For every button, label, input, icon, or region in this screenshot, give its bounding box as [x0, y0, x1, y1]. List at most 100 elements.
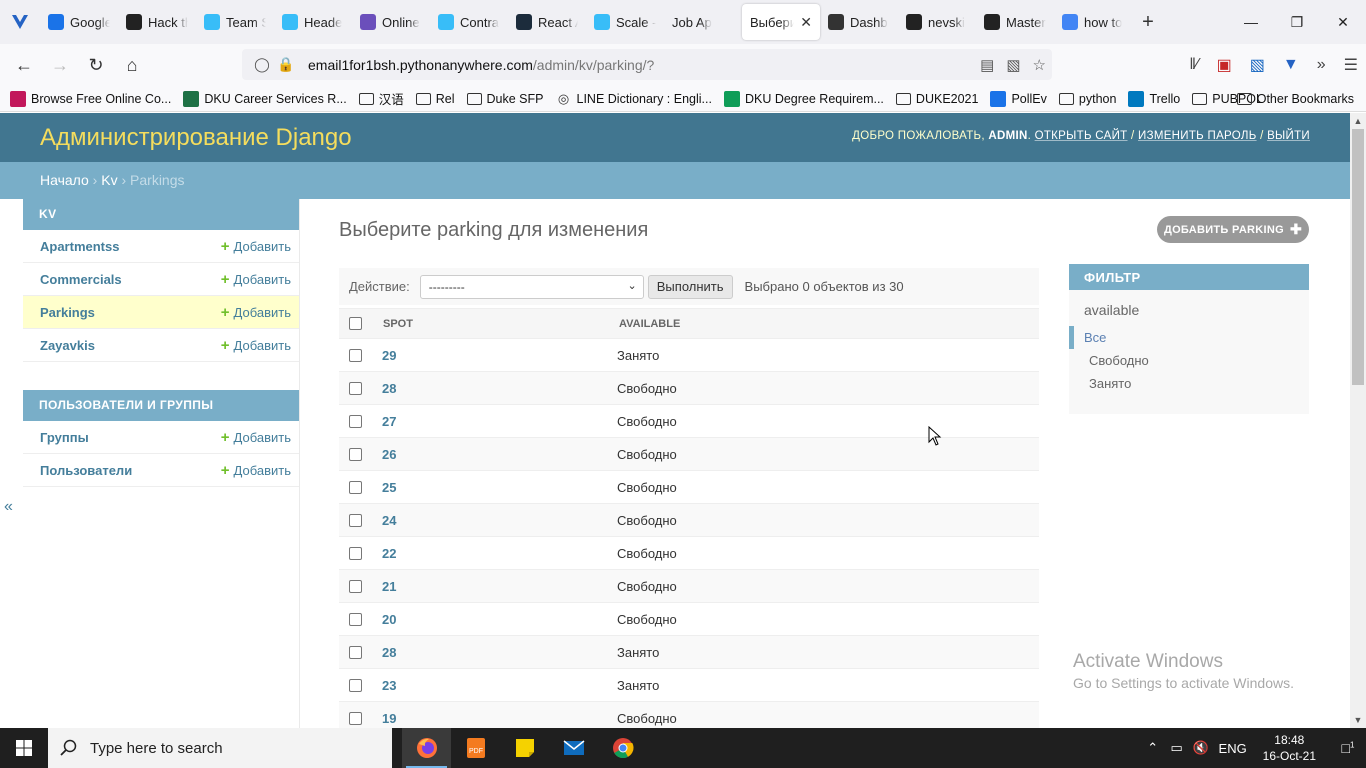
windows-start-icon[interactable] — [0, 728, 48, 768]
browser-tab[interactable]: nevski — [898, 4, 976, 40]
bookmark-item[interactable]: python — [1058, 92, 1116, 106]
spot-link[interactable]: 25 — [382, 480, 396, 495]
bookmark-item[interactable]: PollEv — [990, 90, 1047, 107]
sidebar-model-link[interactable]: Zayavkis — [40, 338, 95, 353]
sticky-notes-icon[interactable] — [500, 728, 549, 768]
scroll-down-icon[interactable]: ▼ — [1350, 712, 1366, 728]
sidebar-model-link[interactable]: Пользователи — [40, 463, 132, 478]
row-checkbox[interactable] — [349, 678, 362, 692]
row-checkbox[interactable] — [349, 447, 362, 461]
reload-button[interactable]: ↻ — [78, 49, 114, 81]
address-bar[interactable]: ◯ 🔒 email1for1bsh.pythonanywhere.com/adm… — [242, 49, 1052, 80]
spot-link[interactable]: 19 — [382, 711, 396, 726]
taskbar-search[interactable]: Type here to search — [48, 728, 392, 768]
logout-link[interactable]: ВЫЙТИ — [1267, 130, 1310, 142]
select-all-checkbox[interactable] — [349, 317, 362, 330]
forward-button[interactable]: → — [42, 49, 78, 81]
bookmark-item[interactable]: 汉语 — [358, 89, 404, 108]
spot-link[interactable]: 24 — [382, 513, 396, 528]
spot-link[interactable]: 23 — [382, 678, 396, 693]
browser-tab[interactable]: Contra — [430, 4, 508, 40]
row-checkbox[interactable] — [349, 513, 362, 527]
browser-tab[interactable]: Heade — [274, 4, 352, 40]
spot-link[interactable]: 26 — [382, 447, 396, 462]
sidebar-add-link[interactable]: + Добавить — [221, 462, 291, 479]
browser-tab[interactable]: Scale - — [586, 4, 664, 40]
clock[interactable]: 18:48 16-Oct-21 — [1263, 732, 1316, 764]
browser-tab[interactable]: Job Ap — [664, 4, 742, 40]
restore-icon[interactable]: ❐ — [1274, 0, 1320, 44]
action-select[interactable]: --------- ⌄ — [419, 274, 644, 299]
bookmark-item[interactable]: Trello — [1128, 90, 1180, 107]
spot-link[interactable]: 27 — [382, 414, 396, 429]
notification-center-icon[interactable]: □1 — [1330, 740, 1366, 756]
filter-option[interactable]: Все — [1069, 326, 1309, 349]
browser-tab[interactable]: Dashb — [820, 4, 898, 40]
spot-link[interactable]: 28 — [382, 645, 396, 660]
bookmark-item[interactable]: Rel — [415, 92, 455, 106]
row-checkbox[interactable] — [349, 414, 362, 428]
filter-option[interactable]: Свободно — [1069, 349, 1309, 372]
filter-option[interactable]: Занято — [1069, 372, 1309, 395]
view-site-link[interactable]: ОТКРЫТЬ САЙТ — [1035, 130, 1128, 142]
breadcrumb-app[interactable]: Kv — [101, 172, 117, 188]
minimize-icon[interactable]: — — [1228, 0, 1274, 44]
sidebar-model-link[interactable]: Parkings — [40, 305, 95, 320]
row-checkbox[interactable] — [349, 579, 362, 593]
sidebar-model-link[interactable]: Commercials — [40, 272, 122, 287]
sidebar-add-link[interactable]: + Добавить — [221, 429, 291, 446]
bookmark-item[interactable]: ◎ LINE Dictionary : Engli... — [556, 91, 712, 107]
spot-link[interactable]: 29 — [382, 348, 396, 363]
spot-link[interactable]: 21 — [382, 579, 396, 594]
bookmark-item[interactable]: DKU Degree Requirem... — [723, 90, 884, 107]
change-password-link[interactable]: ИЗМЕНИТЬ ПАРОЛЬ — [1138, 130, 1257, 142]
overflow-chevron-icon[interactable]: » — [1317, 56, 1326, 74]
sidebar-model-link[interactable]: Группы — [40, 430, 89, 445]
sidebar-add-link[interactable]: + Добавить — [221, 304, 291, 321]
scrollbar-thumb[interactable] — [1352, 129, 1364, 385]
back-button[interactable]: ← — [6, 49, 42, 81]
extension-v-icon[interactable]: ▼ — [1283, 56, 1299, 74]
mute-icon[interactable]: 🔇 — [1189, 740, 1213, 756]
bookmark-star-icon[interactable]: ☆ — [1033, 56, 1046, 74]
browser-logo-icon[interactable] — [0, 0, 40, 44]
browser-tab[interactable]: Выбери ✕ — [742, 4, 820, 40]
browser-tab[interactable]: Google — [40, 4, 118, 40]
firefox-icon[interactable] — [402, 728, 451, 768]
page-scrollbar[interactable]: ▲ ▼ — [1350, 113, 1366, 728]
close-tab-icon[interactable]: ✕ — [800, 14, 812, 31]
browser-tab[interactable]: Hack the — [118, 4, 196, 40]
row-checkbox[interactable] — [349, 480, 362, 494]
bookmark-item[interactable]: Browse Free Online Co... — [10, 90, 171, 107]
spot-link[interactable]: 20 — [382, 612, 396, 627]
row-checkbox[interactable] — [349, 612, 362, 626]
add-parking-button[interactable]: ДОБАВИТЬ PARKING ✚ — [1157, 216, 1309, 243]
module-caption[interactable]: KV — [23, 199, 299, 230]
bookmark-item[interactable]: DKU Career Services R... — [183, 90, 347, 107]
tracking-shield-icon[interactable]: ◯ — [250, 56, 274, 73]
browser-tab[interactable]: how to — [1054, 4, 1132, 40]
column-header-spot[interactable]: SPOT — [362, 318, 617, 330]
chevron-up-icon[interactable]: ⌃ — [1141, 740, 1165, 756]
sidebar-add-link[interactable]: + Добавить — [221, 238, 291, 255]
menu-icon[interactable]: ☰ — [1344, 55, 1358, 75]
sidebar-model-link[interactable]: Apartmentss — [40, 239, 119, 254]
sidebar-add-link[interactable]: + Добавить — [221, 337, 291, 354]
translate-extension-icon[interactable]: ▧ — [1250, 55, 1265, 75]
bookmark-item[interactable]: DUKE2021 — [895, 92, 978, 106]
other-bookmarks[interactable]: Other Bookmarks — [1236, 86, 1354, 112]
url-text[interactable]: email1for1bsh.pythonanywhere.com/admin/k… — [308, 57, 654, 73]
bookmark-item[interactable]: Duke SFP — [466, 92, 544, 106]
extension-icon[interactable]: ▣ — [1217, 55, 1232, 75]
battery-icon[interactable]: ▭ — [1165, 740, 1189, 756]
sidebar-add-link[interactable]: + Добавить — [221, 271, 291, 288]
close-window-icon[interactable]: ✕ — [1320, 0, 1366, 44]
browser-tab[interactable]: Team S — [196, 4, 274, 40]
row-checkbox[interactable] — [349, 546, 362, 560]
spot-link[interactable]: 22 — [382, 546, 396, 561]
reader-view-icon[interactable]: ▤ — [980, 56, 994, 74]
pdf-icon[interactable]: PDF — [451, 728, 500, 768]
browser-tab[interactable]: Master — [976, 4, 1054, 40]
row-checkbox[interactable] — [349, 711, 362, 725]
home-button[interactable]: ⌂ — [114, 49, 150, 81]
